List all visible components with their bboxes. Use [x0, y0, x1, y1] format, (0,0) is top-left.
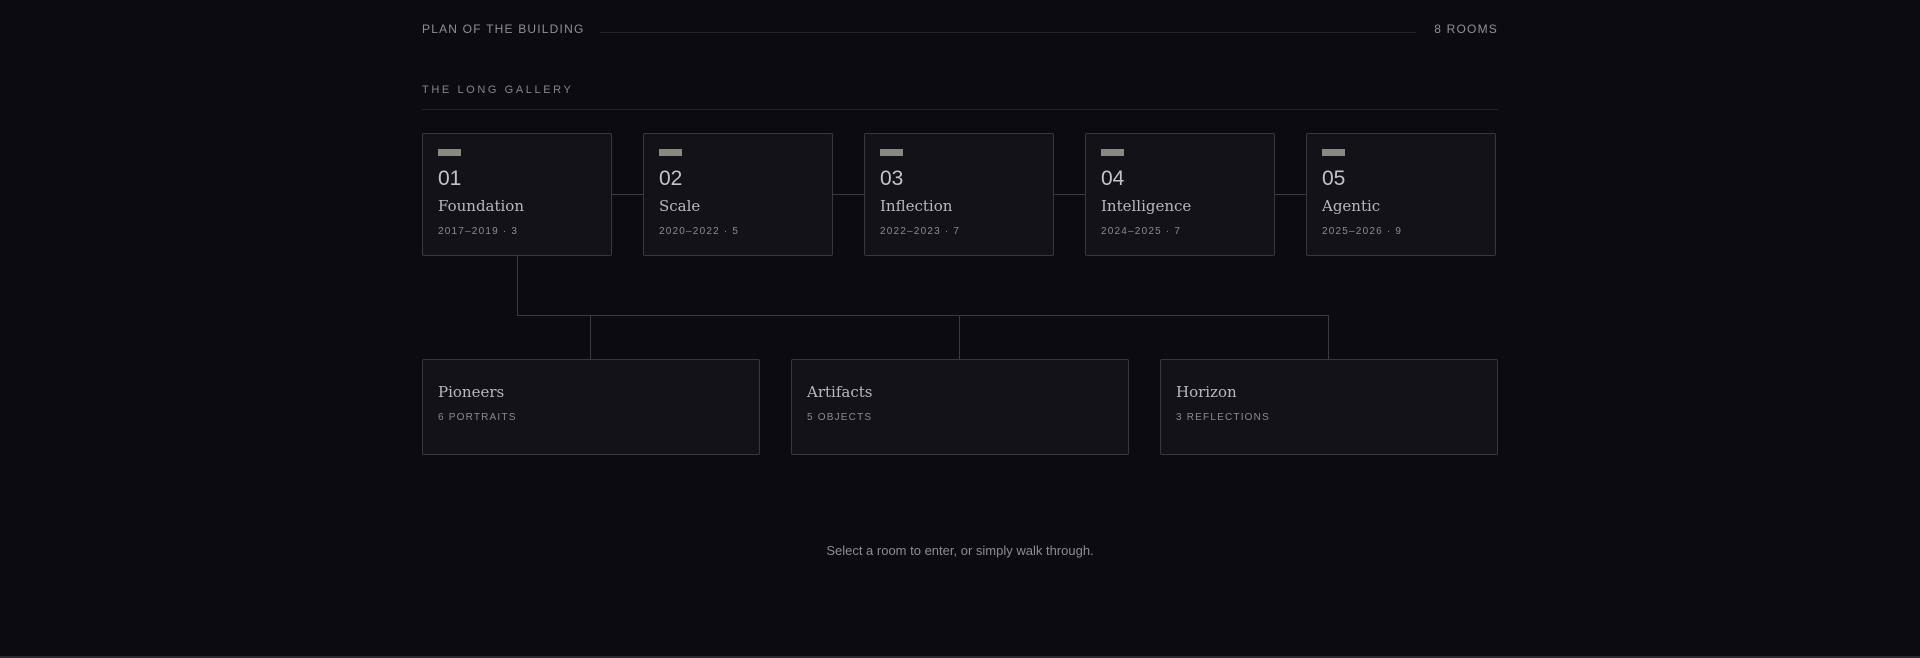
wing-card-horizon[interactable]: Horizon 3 REFLECTIONS — [1160, 359, 1498, 455]
room-connector — [612, 194, 643, 195]
room-swatch — [1322, 149, 1345, 156]
room-name: Foundation — [438, 197, 525, 215]
wing-name: Pioneers — [438, 383, 505, 401]
room-swatch — [659, 149, 682, 156]
gallery-section-divider — [422, 109, 1498, 110]
wing-name: Horizon — [1176, 383, 1237, 401]
room-card-scale[interactable]: 02 Scale 2020–2022 · 5 — [643, 133, 833, 256]
navigation-hint: Select a room to enter, or simply walk t… — [826, 543, 1094, 558]
room-number: 01 — [438, 167, 462, 190]
room-meta: 2020–2022 · 5 — [659, 226, 740, 237]
wing-card-artifacts[interactable]: Artifacts 5 OBJECTS — [791, 359, 1129, 455]
room-swatch — [438, 149, 461, 156]
room-meta: 2025–2026 · 9 — [1322, 226, 1403, 237]
room-card-foundation[interactable]: 01 Foundation 2017–2019 · 3 — [422, 133, 612, 256]
room-swatch — [880, 149, 903, 156]
building-plan-page: PLAN OF THE BUILDING 8 ROOMS THE LONG GA… — [0, 0, 1920, 657]
room-number: 05 — [1322, 167, 1346, 190]
room-name: Inflection — [880, 197, 953, 215]
plan-header: PLAN OF THE BUILDING 8 ROOMS — [422, 20, 1498, 38]
room-name: Scale — [659, 197, 701, 215]
room-number: 03 — [880, 167, 904, 190]
wing-drop — [590, 315, 591, 359]
branch-bus — [517, 315, 1329, 316]
room-name: Intelligence — [1101, 197, 1192, 215]
wing-meta: 3 REFLECTIONS — [1176, 412, 1270, 423]
branch-stem — [517, 256, 518, 316]
room-number: 04 — [1101, 167, 1125, 190]
wing-drop — [1328, 315, 1329, 359]
room-connector — [833, 194, 864, 195]
room-meta: 2022–2023 · 7 — [880, 226, 961, 237]
room-card-agentic[interactable]: 05 Agentic 2025–2026 · 9 — [1306, 133, 1496, 256]
wing-name: Artifacts — [807, 383, 873, 401]
plan-header-divider — [600, 32, 1416, 33]
room-card-intelligence[interactable]: 04 Intelligence 2024–2025 · 7 — [1085, 133, 1275, 256]
plan-title: PLAN OF THE BUILDING — [422, 22, 585, 36]
room-connector — [1275, 194, 1306, 195]
room-number: 02 — [659, 167, 683, 190]
room-card-inflection[interactable]: 03 Inflection 2022–2023 · 7 — [864, 133, 1054, 256]
room-swatch — [1101, 149, 1124, 156]
wing-meta: 5 OBJECTS — [807, 412, 873, 423]
wing-drop — [959, 315, 960, 359]
wing-meta: 6 PORTRAITS — [438, 412, 517, 423]
room-meta: 2024–2025 · 7 — [1101, 226, 1182, 237]
room-connector — [1054, 194, 1085, 195]
room-count: 8 ROOMS — [1434, 22, 1498, 36]
gallery-section-title: THE LONG GALLERY — [422, 84, 574, 96]
wing-card-pioneers[interactable]: Pioneers 6 PORTRAITS — [422, 359, 760, 455]
room-meta: 2017–2019 · 3 — [438, 226, 519, 237]
room-name: Agentic — [1322, 197, 1381, 215]
